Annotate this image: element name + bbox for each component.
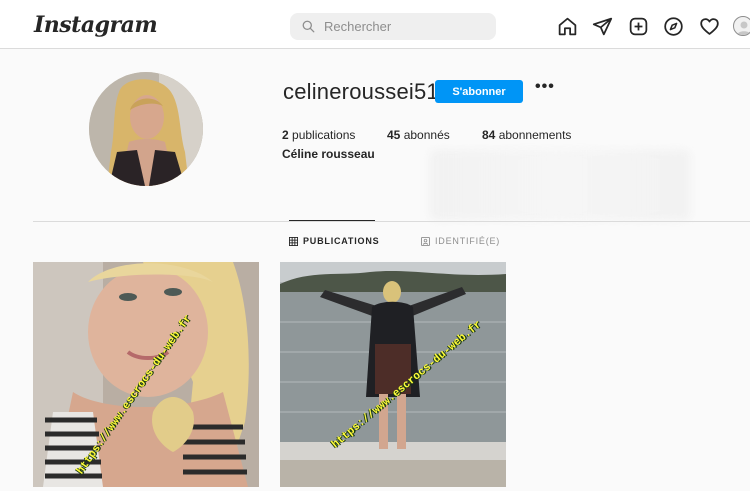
search-box[interactable] <box>290 13 496 40</box>
following-stat[interactable]: 84 abonnements <box>482 128 571 142</box>
search-input[interactable] <box>324 19 484 34</box>
top-navigation-bar: Instagram <box>0 0 750 49</box>
tab-tagged-label: IDENTIFIÉ(E) <box>435 236 501 246</box>
publications-label: publications <box>292 128 356 142</box>
profile-stats: 2 publications 45 abonnés 84 abonnements <box>282 128 571 142</box>
active-tab-indicator <box>289 220 375 221</box>
post-thumbnail[interactable]: https://www.escrocs-du-web.fr <box>280 262 506 487</box>
profile-avatar-icon[interactable] <box>733 16 750 36</box>
search-icon <box>302 20 315 33</box>
heart-icon[interactable] <box>698 15 720 37</box>
profile-username: celineroussei51 <box>283 79 439 104</box>
instagram-logo[interactable]: Instagram <box>34 12 158 38</box>
publications-stat: 2 publications <box>282 128 387 142</box>
tab-publications[interactable]: PUBLICATIONS <box>289 236 379 246</box>
tabs-divider <box>33 221 750 222</box>
post-thumbnail[interactable]: https://www.escrocs-du-web.fr <box>33 262 259 487</box>
blurred-bio <box>430 150 690 220</box>
following-label: abonnements <box>498 128 572 142</box>
explore-icon[interactable] <box>663 15 685 37</box>
nav-icons <box>556 15 734 37</box>
followers-count: 45 <box>387 128 401 142</box>
tagged-icon <box>421 236 430 246</box>
tab-publications-label: PUBLICATIONS <box>303 236 380 246</box>
publications-count: 2 <box>282 128 289 142</box>
tab-tagged[interactable]: IDENTIFIÉ(E) <box>421 236 500 246</box>
new-post-icon[interactable] <box>627 15 649 37</box>
post-photo-lake <box>280 262 506 487</box>
followers-stat[interactable]: 45 abonnés <box>387 128 482 142</box>
direct-icon[interactable] <box>592 15 614 37</box>
following-count: 84 <box>482 128 496 142</box>
grid-icon <box>289 236 298 246</box>
more-options-icon[interactable]: ••• <box>535 78 555 96</box>
profile-full-name: Céline rousseau <box>282 147 375 161</box>
home-icon[interactable] <box>556 15 578 37</box>
profile-picture[interactable] <box>89 72 203 186</box>
follow-button[interactable]: S'abonner <box>435 80 523 103</box>
followers-label: abonnés <box>403 128 450 142</box>
